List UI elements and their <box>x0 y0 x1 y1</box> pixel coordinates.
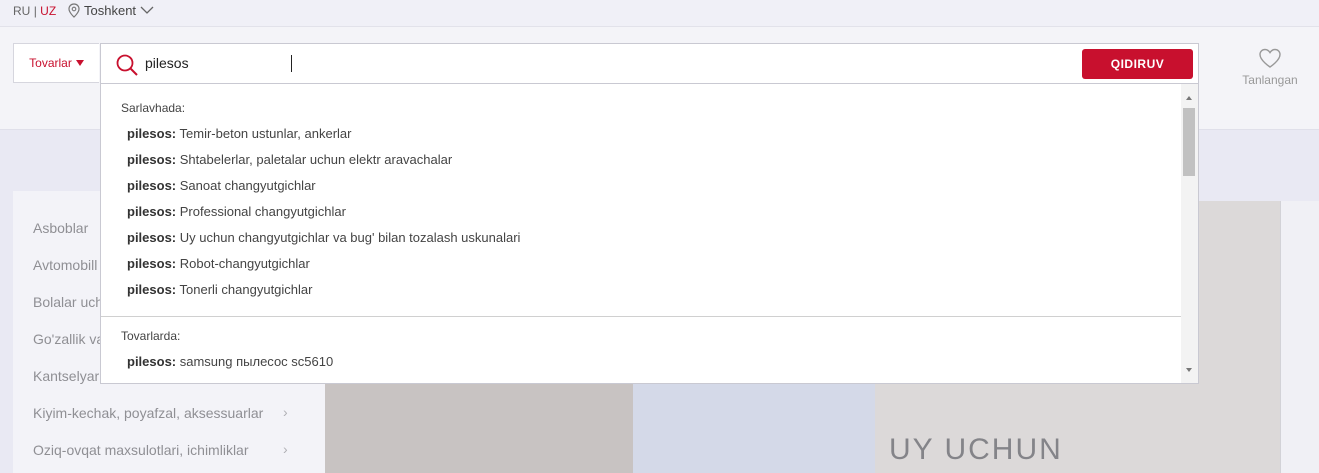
search-category-label: Tovarlar <box>29 56 72 70</box>
search-box: QIDIRUV <box>100 43 1199 84</box>
suggestion-prefix: pilesos: <box>127 152 177 167</box>
scroll-down-arrow-icon[interactable] <box>1186 368 1192 372</box>
suggestion-text: Temir-beton ustunlar, ankerlar <box>179 126 352 141</box>
suggestion-prefix: pilesos: <box>127 354 177 369</box>
heart-icon <box>1259 48 1281 68</box>
search-suggestions-dropdown: Sarlavhada: pilesos: Temir-beton ustunla… <box>100 84 1199 384</box>
location-pin-icon <box>68 3 80 18</box>
suggestion-item[interactable]: pilesos: Tonerli changyutgichlar <box>127 282 312 297</box>
suggestion-prefix: pilesos: <box>127 230 177 245</box>
lang-uz-link[interactable]: UZ <box>40 4 56 18</box>
suggestion-text: Robot-changyutgichlar <box>179 256 310 271</box>
city-label: Toshkent <box>84 3 137 18</box>
dropdown-scrollbar[interactable] <box>1181 84 1198 383</box>
suggestion-prefix: pilesos: <box>127 256 177 271</box>
suggestion-item[interactable]: pilesos: Sanoat changyutgichlar <box>127 178 316 193</box>
lang-ru-link[interactable]: RU <box>13 4 30 18</box>
suggestion-text: Tonerli changyutgichlar <box>179 282 313 297</box>
suggestion-item[interactable]: pilesos: Robot-changyutgichlar <box>127 256 310 271</box>
scroll-up-arrow-icon[interactable] <box>1186 96 1192 100</box>
suggestion-item[interactable]: pilesos: samsung пылесос sc5610 <box>127 354 333 369</box>
city-selector[interactable]: Toshkent <box>68 3 154 18</box>
suggestions-divider <box>101 316 1182 317</box>
search-icon <box>116 54 138 76</box>
suggestions-section-title: Tovarlarda: <box>121 329 181 343</box>
suggestion-text: Shtabelerlar, paletalar uchun elektr ara… <box>179 152 453 167</box>
top-bar: RU | UZ Toshkent <box>0 0 1319 27</box>
suggestion-prefix: pilesos: <box>127 126 177 141</box>
search-category-select[interactable]: Tovarlar <box>13 43 99 83</box>
suggestion-item[interactable]: pilesos: Shtabelerlar, paletalar uchun e… <box>127 152 452 167</box>
suggestion-item[interactable]: pilesos: Uy uchun changyutgichlar va bug… <box>127 230 520 245</box>
lang-separator: | <box>33 4 37 18</box>
suggestion-text: samsung пылесос sc5610 <box>179 354 334 369</box>
suggestion-text: Sanoat changyutgichlar <box>179 178 316 193</box>
favorites-button[interactable]: Tanlangan <box>1238 48 1302 87</box>
scrollbar-thumb[interactable] <box>1183 108 1195 176</box>
suggestion-prefix: pilesos: <box>127 282 177 297</box>
chevron-down-icon <box>140 6 154 14</box>
suggestions-section-title: Sarlavhada: <box>121 101 186 115</box>
favorites-label: Tanlangan <box>1242 73 1298 87</box>
suggestion-item[interactable]: pilesos: Temir-beton ustunlar, ankerlar <box>127 126 352 141</box>
caret-down-icon <box>75 60 84 66</box>
suggestion-prefix: pilesos: <box>127 204 177 219</box>
text-caret <box>291 55 292 72</box>
language-switcher: RU | UZ <box>13 4 56 18</box>
suggestion-prefix: pilesos: <box>127 178 177 193</box>
search-input[interactable] <box>145 52 845 74</box>
suggestion-text: Professional changyutgichlar <box>179 204 346 219</box>
suggestion-text: Uy uchun changyutgichlar va bug' bilan t… <box>179 230 521 245</box>
search-button[interactable]: QIDIRUV <box>1082 49 1193 79</box>
suggestion-item[interactable]: pilesos: Professional changyutgichlar <box>127 204 346 219</box>
